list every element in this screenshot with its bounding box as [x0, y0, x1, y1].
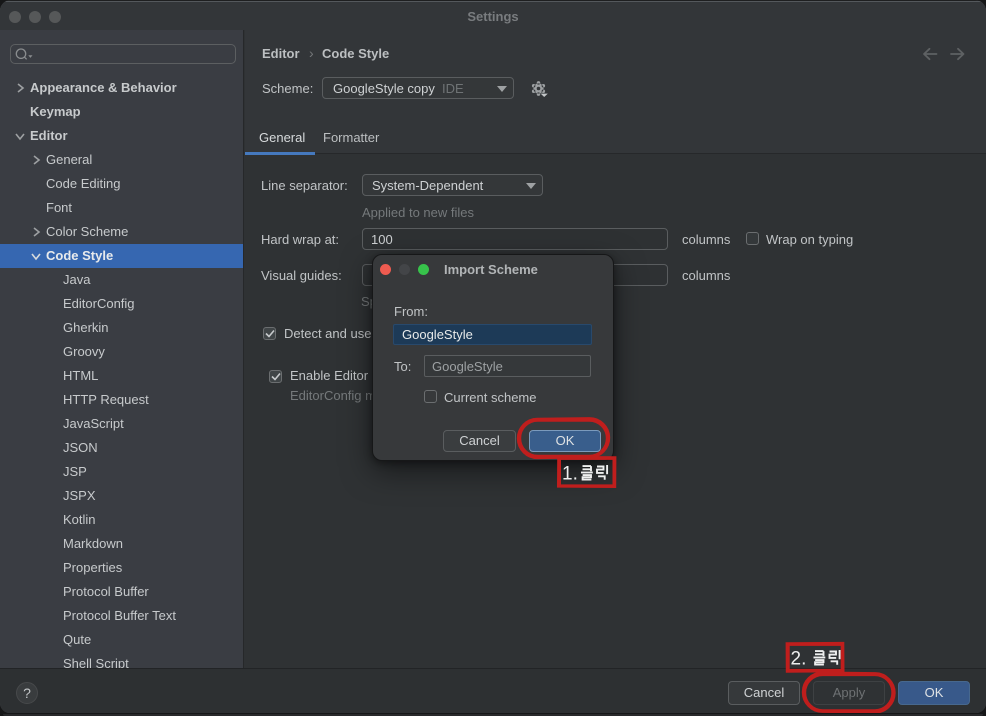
svg-text:1.: 1. — [562, 464, 578, 485]
svg-text:2.: 2. — [791, 649, 807, 670]
